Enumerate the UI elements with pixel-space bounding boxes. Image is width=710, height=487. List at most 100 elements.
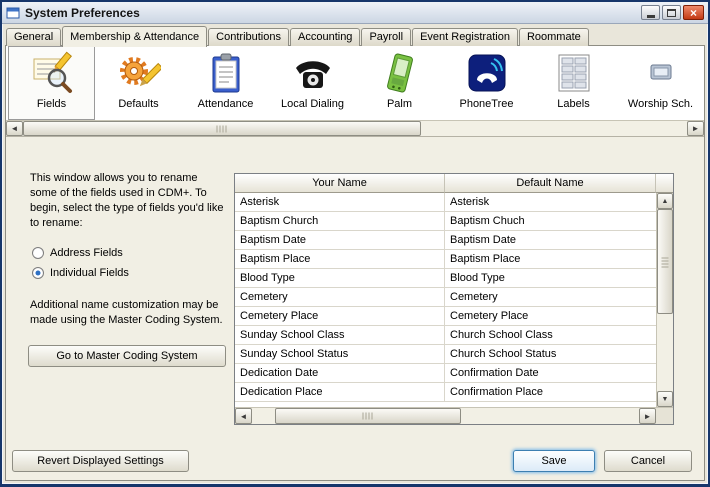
minimize-button[interactable] (641, 5, 660, 20)
default-name-cell: Church School Class (445, 326, 656, 344)
table-row[interactable]: Dedication PlaceConfirmation Place (235, 383, 656, 402)
toolbar-label: Defaults (118, 98, 158, 110)
column-header-your-name[interactable]: Your Name (235, 174, 445, 193)
tab-page: Fields Defaults (5, 45, 705, 481)
your-name-cell: Asterisk (235, 193, 445, 211)
toolbar-item-palm[interactable]: Palm (356, 46, 443, 120)
scroll-thumb[interactable] (275, 408, 461, 424)
toolbar-item-local-dialing[interactable]: Local Dialing (269, 46, 356, 120)
close-button[interactable]: × (683, 5, 704, 20)
your-name-cell: Dedication Place (235, 383, 445, 401)
radio-label: Address Fields (50, 247, 123, 259)
toolbar-label: Attendance (198, 98, 254, 110)
scroll-right-arrow[interactable]: ► (687, 121, 704, 136)
table-horizontal-scrollbar[interactable]: ◄ ► (235, 407, 673, 424)
your-name-cell: Baptism Church (235, 212, 445, 230)
scroll-left-arrow[interactable]: ◄ (235, 408, 252, 424)
your-name-cell: Blood Type (235, 269, 445, 287)
footer-bar: Revert Displayed Settings Save Cancel (6, 446, 704, 480)
default-name-cell: Cemetery Place (445, 307, 656, 325)
save-button[interactable]: Save (513, 450, 595, 472)
maximize-button[interactable] (662, 5, 681, 20)
tab-strip: General Membership & Attendance Contribu… (5, 25, 705, 46)
phonetree-icon (465, 51, 509, 95)
scroll-track[interactable] (657, 209, 673, 391)
table-vertical-scrollbar[interactable]: ▲ ▼ (656, 193, 673, 407)
tab-payroll[interactable]: Payroll (361, 28, 411, 46)
local-dialing-icon (291, 51, 335, 95)
tab-general[interactable]: General (6, 28, 61, 46)
titlebar[interactable]: System Preferences × (2, 2, 708, 24)
your-name-cell: Dedication Date (235, 364, 445, 382)
system-preferences-window: System Preferences × General Membership … (0, 0, 710, 487)
default-name-cell: Baptism Chuch (445, 212, 656, 230)
fields-table: Your Name Default Name AsteriskAsterisk … (234, 173, 674, 425)
tab-membership-attendance[interactable]: Membership & Attendance (62, 26, 207, 47)
radio-button-icon (32, 267, 44, 279)
scroll-right-arrow[interactable]: ► (639, 408, 656, 424)
your-name-cell: Sunday School Status (235, 345, 445, 363)
toolbar-label: Palm (387, 98, 412, 110)
radio-individual-fields[interactable]: Individual Fields (32, 267, 129, 279)
content-area: This window allows you to rename some of… (6, 137, 704, 446)
toolbar-item-phonetree[interactable]: PhoneTree (443, 46, 530, 120)
toolbar-label: PhoneTree (459, 98, 513, 110)
cancel-button[interactable]: Cancel (604, 450, 692, 472)
table-body: AsteriskAsterisk Baptism ChurchBaptism C… (235, 193, 673, 407)
intro-text: This window allows you to rename some of… (30, 171, 235, 231)
note-text: Additional name customization may be mad… (30, 298, 235, 328)
scroll-up-arrow[interactable]: ▲ (657, 193, 673, 209)
table-row[interactable]: AsteriskAsterisk (235, 193, 656, 212)
default-name-cell: Blood Type (445, 269, 656, 287)
table-row[interactable]: CemeteryCemetery (235, 288, 656, 307)
radio-label: Individual Fields (50, 267, 129, 279)
your-name-cell: Cemetery (235, 288, 445, 306)
table-row[interactable]: Baptism DateBaptism Date (235, 231, 656, 250)
table-row[interactable]: Sunday School StatusChurch School Status (235, 345, 656, 364)
scroll-track[interactable] (252, 408, 639, 424)
minimize-icon (647, 15, 655, 18)
default-name-cell: Baptism Date (445, 231, 656, 249)
toolbar-label: Labels (557, 98, 589, 110)
table-row[interactable]: Baptism ChurchBaptism Chuch (235, 212, 656, 231)
scroll-left-arrow[interactable]: ◄ (6, 121, 23, 136)
tab-event-registration[interactable]: Event Registration (412, 28, 518, 46)
column-header-default-name[interactable]: Default Name (445, 174, 656, 193)
toolbar-item-fields[interactable]: Fields (8, 46, 95, 120)
table-row[interactable]: Blood TypeBlood Type (235, 269, 656, 288)
scroll-track[interactable] (23, 121, 687, 136)
labels-icon (552, 51, 596, 95)
master-coding-button[interactable]: Go to Master Coding System (28, 345, 226, 367)
scrollbar-corner (656, 408, 673, 424)
toolbar-scrollbar[interactable]: ◄ ► (6, 120, 704, 137)
table-row[interactable]: Sunday School ClassChurch School Class (235, 326, 656, 345)
tab-accounting[interactable]: Accounting (290, 28, 360, 46)
toolbar-item-labels[interactable]: Labels (530, 46, 617, 120)
radio-address-fields[interactable]: Address Fields (32, 247, 123, 259)
scroll-down-arrow[interactable]: ▼ (657, 391, 673, 407)
maximize-icon (667, 9, 676, 17)
toolbar-item-worship-schedule[interactable]: Worship Sch. (617, 46, 704, 120)
your-name-cell: Sunday School Class (235, 326, 445, 344)
toolbar-item-attendance[interactable]: Attendance (182, 46, 269, 120)
toolbar-label: Local Dialing (281, 98, 344, 110)
fields-icon (30, 51, 74, 95)
scroll-thumb[interactable] (23, 121, 421, 136)
revert-button[interactable]: Revert Displayed Settings (12, 450, 189, 472)
table-row[interactable]: Baptism PlaceBaptism Place (235, 250, 656, 269)
table-row[interactable]: Dedication DateConfirmation Date (235, 364, 656, 383)
tab-roommate[interactable]: Roommate (519, 28, 589, 46)
table-header-row: Your Name Default Name (235, 174, 673, 193)
your-name-cell: Cemetery Place (235, 307, 445, 325)
default-name-cell: Baptism Place (445, 250, 656, 268)
table-row[interactable]: Cemetery PlaceCemetery Place (235, 307, 656, 326)
default-name-cell: Confirmation Date (445, 364, 656, 382)
default-name-cell: Asterisk (445, 193, 656, 211)
toolbar-item-defaults[interactable]: Defaults (95, 46, 182, 120)
app-icon (6, 6, 20, 20)
window-title: System Preferences (25, 6, 641, 20)
preferences-toolbar: Fields Defaults (6, 46, 704, 120)
scroll-thumb[interactable] (657, 209, 673, 314)
column-header-filler (656, 174, 673, 193)
tab-contributions[interactable]: Contributions (208, 28, 289, 46)
